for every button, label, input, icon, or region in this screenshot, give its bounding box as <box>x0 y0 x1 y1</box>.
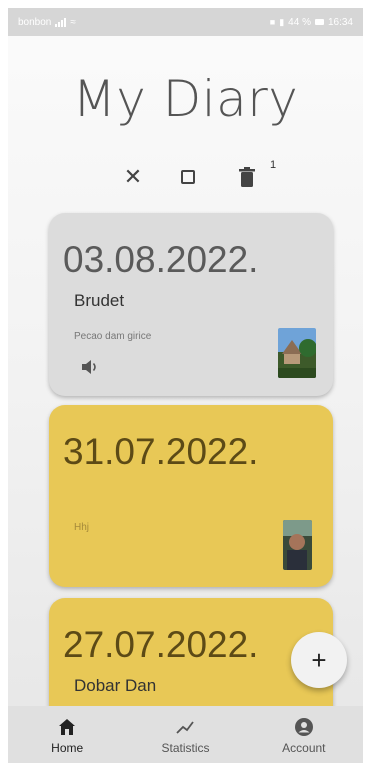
nav-item-account[interactable]: Account <box>245 706 363 763</box>
diary-entry-card[interactable]: 31.07.2022. Hhj <box>49 405 333 587</box>
clock: 16:34 <box>327 16 353 28</box>
home-icon <box>59 719 76 735</box>
signal-icon <box>55 17 67 27</box>
photo-thumbnail[interactable] <box>278 328 316 378</box>
delete-count-badge: 1 <box>270 159 277 171</box>
battery-icon <box>314 19 324 25</box>
nav-item-statistics[interactable]: Statistics <box>126 706 244 763</box>
entry-title: Brudet <box>74 291 125 310</box>
nav-label: Statistics <box>161 741 210 755</box>
entry-note: Pecao dam girice <box>74 331 152 342</box>
speaker-icon[interactable] <box>80 359 100 375</box>
page-title: My Diary <box>72 70 299 128</box>
add-entry-button[interactable]: + <box>291 632 347 688</box>
photo-thumbnail[interactable] <box>283 520 312 570</box>
battery-percent: 44 % <box>288 16 311 28</box>
nfc-icon: ■ <box>269 17 276 27</box>
diary-entry-card[interactable]: 03.08.2022. Brudet Pecao dam girice <box>49 213 333 396</box>
nav-label: Account <box>282 741 326 755</box>
trash-icon[interactable] <box>234 163 260 191</box>
account-icon <box>294 718 313 736</box>
entry-note: Hhj <box>74 522 90 533</box>
entry-date: 03.08.2022. <box>63 239 259 280</box>
entry-title: Dobar Dan <box>74 676 157 695</box>
trend-icon <box>176 721 195 734</box>
entry-date: 31.07.2022. <box>63 431 259 472</box>
nav-label: Home <box>51 741 84 755</box>
app-screen: bonbon ≈ ■ ▮ 44 % 16:34 My Diary ✕ 1 03.… <box>8 8 363 763</box>
status-bar: bonbon ≈ ■ ▮ 44 % 16:34 <box>8 8 363 36</box>
close-icon[interactable]: ✕ <box>120 163 146 191</box>
entry-date: 27.07.2022. <box>63 624 259 665</box>
checkbox-icon[interactable] <box>176 163 202 191</box>
wifi-icon: ≈ <box>70 16 76 28</box>
carrier-name: bonbon <box>18 16 52 28</box>
vibrate-icon: ▮ <box>279 16 285 27</box>
nav-item-home[interactable]: Home <box>8 706 126 763</box>
bottom-nav: Home Statistics Account <box>8 706 363 763</box>
